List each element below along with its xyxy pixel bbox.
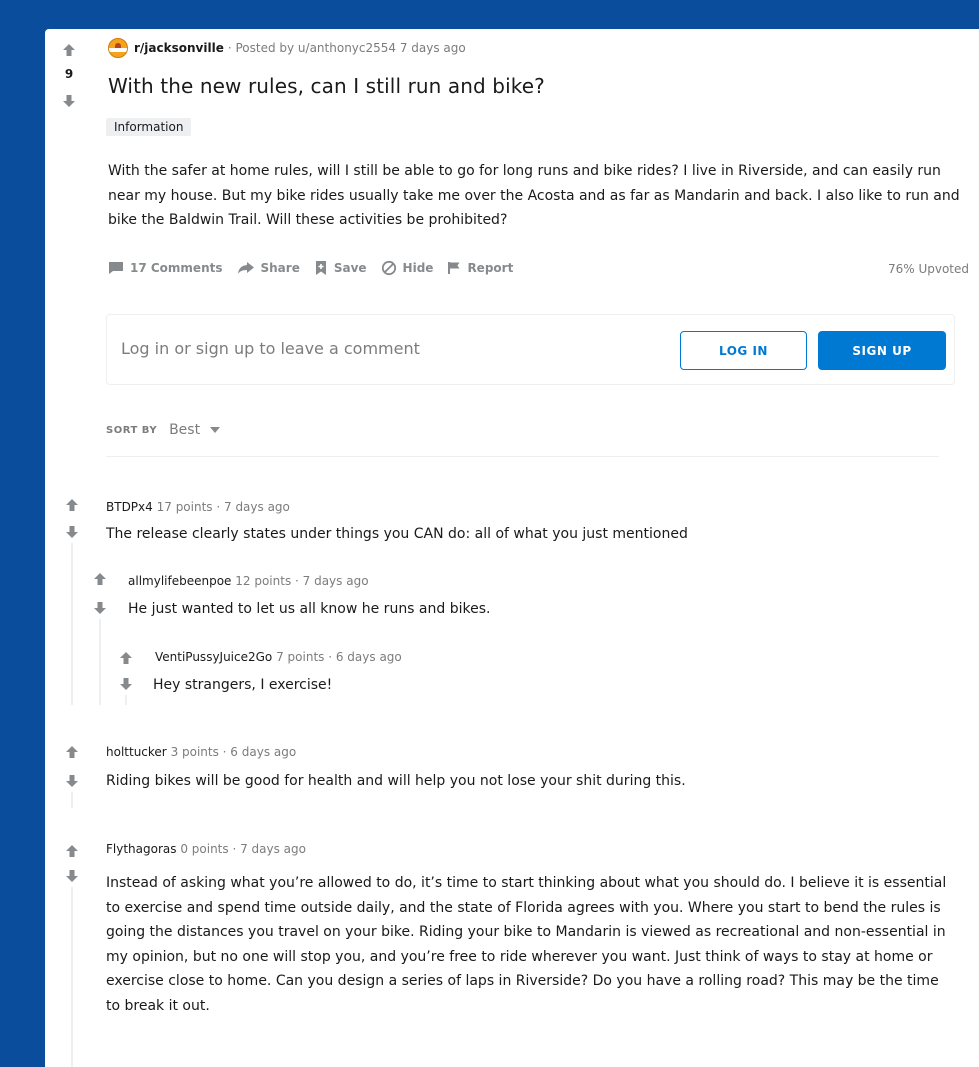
sort-control[interactable]: SORT BY Best	[106, 422, 221, 438]
log-in-button[interactable]: LOG IN	[680, 331, 807, 370]
login-prompt-text: Log in or sign up to leave a comment	[121, 339, 420, 358]
upvoted-ratio: 76% Upvoted	[887, 262, 969, 276]
sort-label: SORT BY	[106, 424, 158, 436]
save-label: Save	[333, 261, 367, 275]
comment-upvote-icon[interactable]	[65, 498, 79, 512]
comment-meta: holttucker 3 points · 6 days ago	[106, 745, 296, 759]
post-downvote-icon[interactable]	[62, 94, 76, 108]
post-flair[interactable]: Information	[106, 118, 192, 136]
sign-up-button[interactable]: SIGN UP	[818, 331, 946, 370]
thread-line[interactable]	[125, 695, 127, 705]
comments-label: 17 Comments	[130, 261, 223, 275]
comment-meta: allmylifebeenpoe 12 points · 7 days ago	[128, 574, 369, 588]
comment-author[interactable]: VentiPussyJuice2Go	[155, 650, 272, 664]
share-label: Share	[260, 261, 300, 275]
chevron-down-icon	[210, 427, 221, 433]
subreddit-icon[interactable]	[108, 38, 128, 58]
post-upvote-icon[interactable]	[62, 43, 76, 57]
comment-downvote-icon[interactable]	[65, 869, 79, 883]
comment-downvote-icon[interactable]	[93, 601, 107, 615]
comment-meta: Flythagoras 0 points · 7 days ago	[106, 842, 306, 856]
comment-points: 0 points · 7 days ago	[180, 842, 306, 856]
post-actions: 17 Comments Share Save Hide Report	[108, 260, 527, 276]
comment-points: 12 points · 7 days ago	[235, 574, 369, 588]
comment-upvote-icon[interactable]	[65, 745, 79, 759]
comment-meta: BTDPx4 17 points · 7 days ago	[106, 500, 290, 514]
save-icon	[315, 261, 326, 275]
comment-body: Riding bikes will be good for health and…	[106, 773, 686, 789]
hide-icon	[381, 260, 396, 276]
comment-author[interactable]: BTDPx4	[106, 500, 153, 514]
share-button[interactable]: Share	[237, 261, 300, 275]
post-body: With the safer at home rules, will I sti…	[108, 163, 960, 228]
thread-line[interactable]	[71, 887, 73, 1067]
subreddit-link[interactable]: r/jacksonville	[134, 41, 224, 55]
divider	[106, 456, 939, 457]
comment-points: 3 points · 6 days ago	[170, 745, 297, 759]
comment-author[interactable]: allmylifebeenpoe	[128, 574, 231, 588]
comment-body: The release clearly states under things …	[106, 526, 688, 542]
hide-button[interactable]: Hide	[381, 260, 434, 276]
comment-body: He just wanted to let us all know he run…	[128, 601, 491, 617]
comment-upvote-icon[interactable]	[119, 651, 133, 665]
post-header: r/jacksonville · Posted by u/anthonyc255…	[108, 38, 466, 58]
comment-body: Hey strangers, I exercise!	[153, 677, 333, 693]
comment-upvote-icon[interactable]	[65, 844, 79, 858]
thread-line[interactable]	[99, 619, 101, 705]
comment-downvote-icon[interactable]	[65, 774, 79, 788]
post-score: 9	[64, 67, 74, 81]
flag-icon	[448, 262, 460, 274]
thread-line[interactable]	[71, 543, 73, 705]
report-label: Report	[467, 261, 514, 275]
comment-points: 17 points · 7 days ago	[156, 500, 290, 514]
comments-button[interactable]: 17 Comments	[108, 261, 223, 275]
comment-login-box: Log in or sign up to leave a comment LOG…	[106, 314, 955, 385]
share-icon	[237, 262, 254, 274]
sort-value[interactable]: Best	[169, 422, 200, 438]
save-button[interactable]: Save	[314, 260, 367, 276]
report-button[interactable]: Report	[447, 261, 513, 275]
thread-line[interactable]	[71, 792, 73, 808]
hide-label: Hide	[402, 261, 434, 275]
comment-author[interactable]: Flythagoras	[106, 842, 177, 856]
comment-body: Instead of asking what you’re allowed to…	[106, 875, 947, 1014]
post-byline: · Posted by u/anthonyc2554 7 days ago	[227, 41, 466, 55]
comment-downvote-icon[interactable]	[119, 677, 133, 691]
comment-downvote-icon[interactable]	[65, 525, 79, 539]
post-panel: 9 r/jacksonville · Posted by u/anthonyc2…	[45, 29, 979, 1067]
comment-author[interactable]: holttucker	[106, 745, 167, 759]
comment-upvote-icon[interactable]	[93, 572, 107, 586]
comment-points: 7 points · 6 days ago	[276, 650, 402, 664]
comment-icon	[109, 262, 123, 274]
post-title[interactable]: With the new rules, can I still run and …	[108, 74, 545, 98]
comment-meta: VentiPussyJuice2Go 7 points · 6 days ago	[155, 650, 402, 664]
